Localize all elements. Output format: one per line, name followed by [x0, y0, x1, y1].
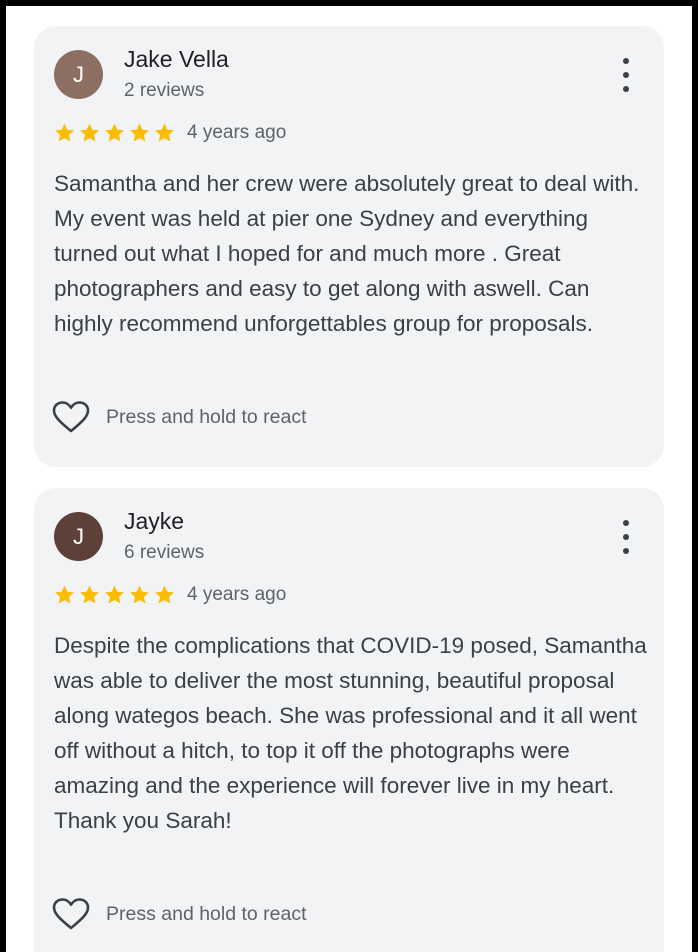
react-label: Press and hold to react — [106, 405, 307, 428]
review-text: Samantha and her crew were absolutely gr… — [54, 171, 640, 336]
star-icon — [130, 585, 149, 604]
star-rating — [53, 122, 176, 144]
heart-outline-icon — [52, 401, 90, 433]
star-icon — [155, 123, 174, 142]
star-icon — [55, 123, 74, 142]
review-time: 4 years ago — [187, 122, 287, 143]
review-text: Despite the complications that COVID-19 … — [54, 633, 647, 833]
review-time: 4 years ago — [187, 584, 287, 605]
star-icon — [80, 123, 99, 142]
avatar[interactable]: J — [54, 512, 103, 561]
avatar[interactable]: J — [54, 50, 103, 99]
heart-outline-icon — [52, 898, 90, 930]
reviewer-review-count: 6 reviews — [124, 542, 205, 563]
star-icon — [105, 585, 124, 604]
star-icon — [105, 123, 124, 142]
review-card: J Jake Vella 2 reviews 4 years ago Saman… — [34, 26, 664, 467]
react-label: Press and hold to react — [106, 902, 307, 925]
star-icon — [55, 585, 74, 604]
more-vert-icon[interactable] — [614, 520, 638, 554]
react-button[interactable]: Press and hold to react — [52, 400, 307, 434]
review-card: J Jayke 6 reviews 4 years ago Despite th… — [34, 488, 664, 952]
star-icon — [80, 585, 99, 604]
react-button[interactable]: Press and hold to react — [52, 897, 307, 931]
reviewer-name[interactable]: Jayke — [124, 508, 184, 535]
star-icon — [130, 123, 149, 142]
reviewer-review-count: 2 reviews — [124, 80, 205, 101]
reviewer-name[interactable]: Jake Vella — [124, 46, 229, 73]
more-vert-icon[interactable] — [614, 58, 638, 92]
star-rating — [53, 584, 176, 606]
reviews-screen: J Jake Vella 2 reviews 4 years ago Saman… — [6, 6, 692, 952]
star-icon — [155, 585, 174, 604]
